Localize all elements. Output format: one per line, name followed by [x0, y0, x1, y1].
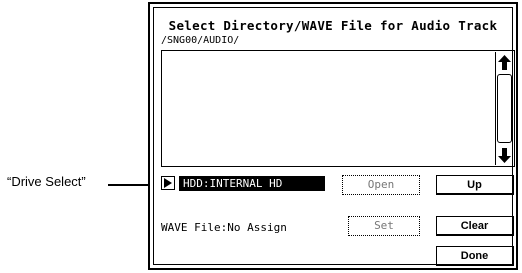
open-button[interactable]: Open [342, 175, 420, 195]
drive-select-field[interactable]: HDD:INTERNAL HD [179, 176, 325, 191]
current-path: /SNG00/AUDIO/ [161, 35, 240, 46]
drive-select-arrow-icon[interactable] [161, 176, 175, 190]
done-button[interactable]: Done [436, 246, 514, 266]
set-button[interactable]: Set [348, 216, 420, 236]
scroll-track[interactable] [497, 74, 512, 143]
list-scrollbar[interactable] [495, 52, 513, 165]
wave-file-label: WAVE File:No Assign [161, 221, 287, 234]
drive-select-callout: “Drive Select” [7, 174, 86, 189]
scroll-down-arrow-icon[interactable] [497, 146, 512, 164]
dialog-title: Select Directory/WAVE File for Audio Tra… [168, 18, 498, 33]
dialog-inner-frame: Select Directory/WAVE File for Audio Tra… [153, 7, 515, 266]
file-list[interactable] [161, 50, 515, 167]
clear-button[interactable]: Clear [436, 216, 514, 236]
up-button[interactable]: Up [436, 175, 514, 195]
scroll-up-arrow-icon[interactable] [497, 53, 512, 71]
callout-leader-line [108, 184, 148, 186]
select-wave-file-dialog: Select Directory/WAVE File for Audio Tra… [148, 2, 518, 270]
